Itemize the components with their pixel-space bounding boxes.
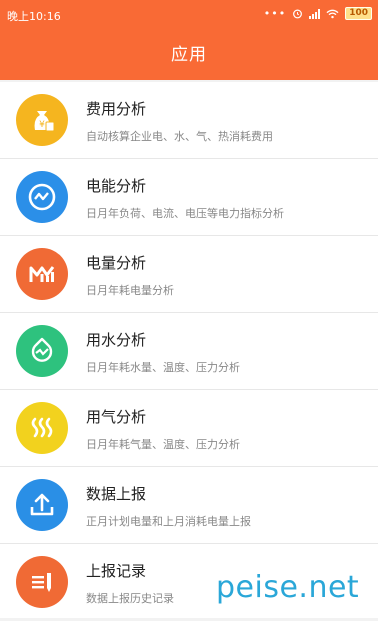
app-bar: 应用 <box>0 30 378 80</box>
list-item-energy-analysis[interactable]: 电量分析 日月年耗电量分析 <box>0 236 378 313</box>
water-icon <box>16 325 68 377</box>
item-desc: 数据上报历史记录 <box>86 592 174 605</box>
item-title: 电量分析 <box>86 254 147 272</box>
status-icons: ••• 100 <box>264 7 372 20</box>
list-item-power-analysis[interactable]: 电能分析 日月年负荷、电流、电压等电力指标分析 <box>0 159 378 236</box>
battery-icon: 100 <box>345 7 372 20</box>
status-time: 晚上10:16 <box>7 10 61 23</box>
item-desc: 日月年耗气量、温度、压力分析 <box>86 438 240 451</box>
pulse-chart-icon <box>16 171 68 223</box>
bar-chart-icon <box>16 248 68 300</box>
item-desc: 日月年耗电量分析 <box>86 284 174 297</box>
record-list-icon <box>16 556 68 608</box>
gas-waves-icon <box>16 402 68 454</box>
item-desc: 自动核算企业电、水、气、热消耗费用 <box>86 130 273 143</box>
item-desc: 日月年负荷、电流、电压等电力指标分析 <box>86 207 284 220</box>
item-title: 数据上报 <box>86 485 147 503</box>
item-desc: 日月年耗水量、温度、压力分析 <box>86 361 240 374</box>
item-title: 电能分析 <box>86 177 147 195</box>
app-list: ¥ 费用分析 自动核算企业电、水、气、热消耗费用 电能分析 日月年负荷、电流、电… <box>0 82 378 618</box>
list-item-cost-analysis[interactable]: ¥ 费用分析 自动核算企业电、水、气、热消耗费用 <box>0 82 378 159</box>
item-title: 用气分析 <box>86 408 147 426</box>
item-title: 用水分析 <box>86 331 147 349</box>
list-item-gas-analysis[interactable]: 用气分析 日月年耗气量、温度、压力分析 <box>0 390 378 467</box>
svg-text:¥: ¥ <box>39 120 45 130</box>
upload-icon <box>16 479 68 531</box>
signal-icon <box>309 8 321 19</box>
page-title: 应用 <box>171 45 207 65</box>
money-bag-icon: ¥ <box>16 94 68 146</box>
more-dots-icon: ••• <box>263 7 287 20</box>
wifi-icon <box>326 9 339 18</box>
watermark: peise.net <box>216 570 360 605</box>
list-item-data-report[interactable]: 数据上报 正月计划电量和上月消耗电量上报 <box>0 467 378 544</box>
list-item-water-analysis[interactable]: 用水分析 日月年耗水量、温度、压力分析 <box>0 313 378 390</box>
status-bar: 晚上10:16 ••• 100 <box>0 0 378 30</box>
item-desc: 正月计划电量和上月消耗电量上报 <box>86 515 251 528</box>
item-title: 上报记录 <box>86 562 147 580</box>
alarm-icon <box>293 9 303 19</box>
item-title: 费用分析 <box>86 100 147 118</box>
